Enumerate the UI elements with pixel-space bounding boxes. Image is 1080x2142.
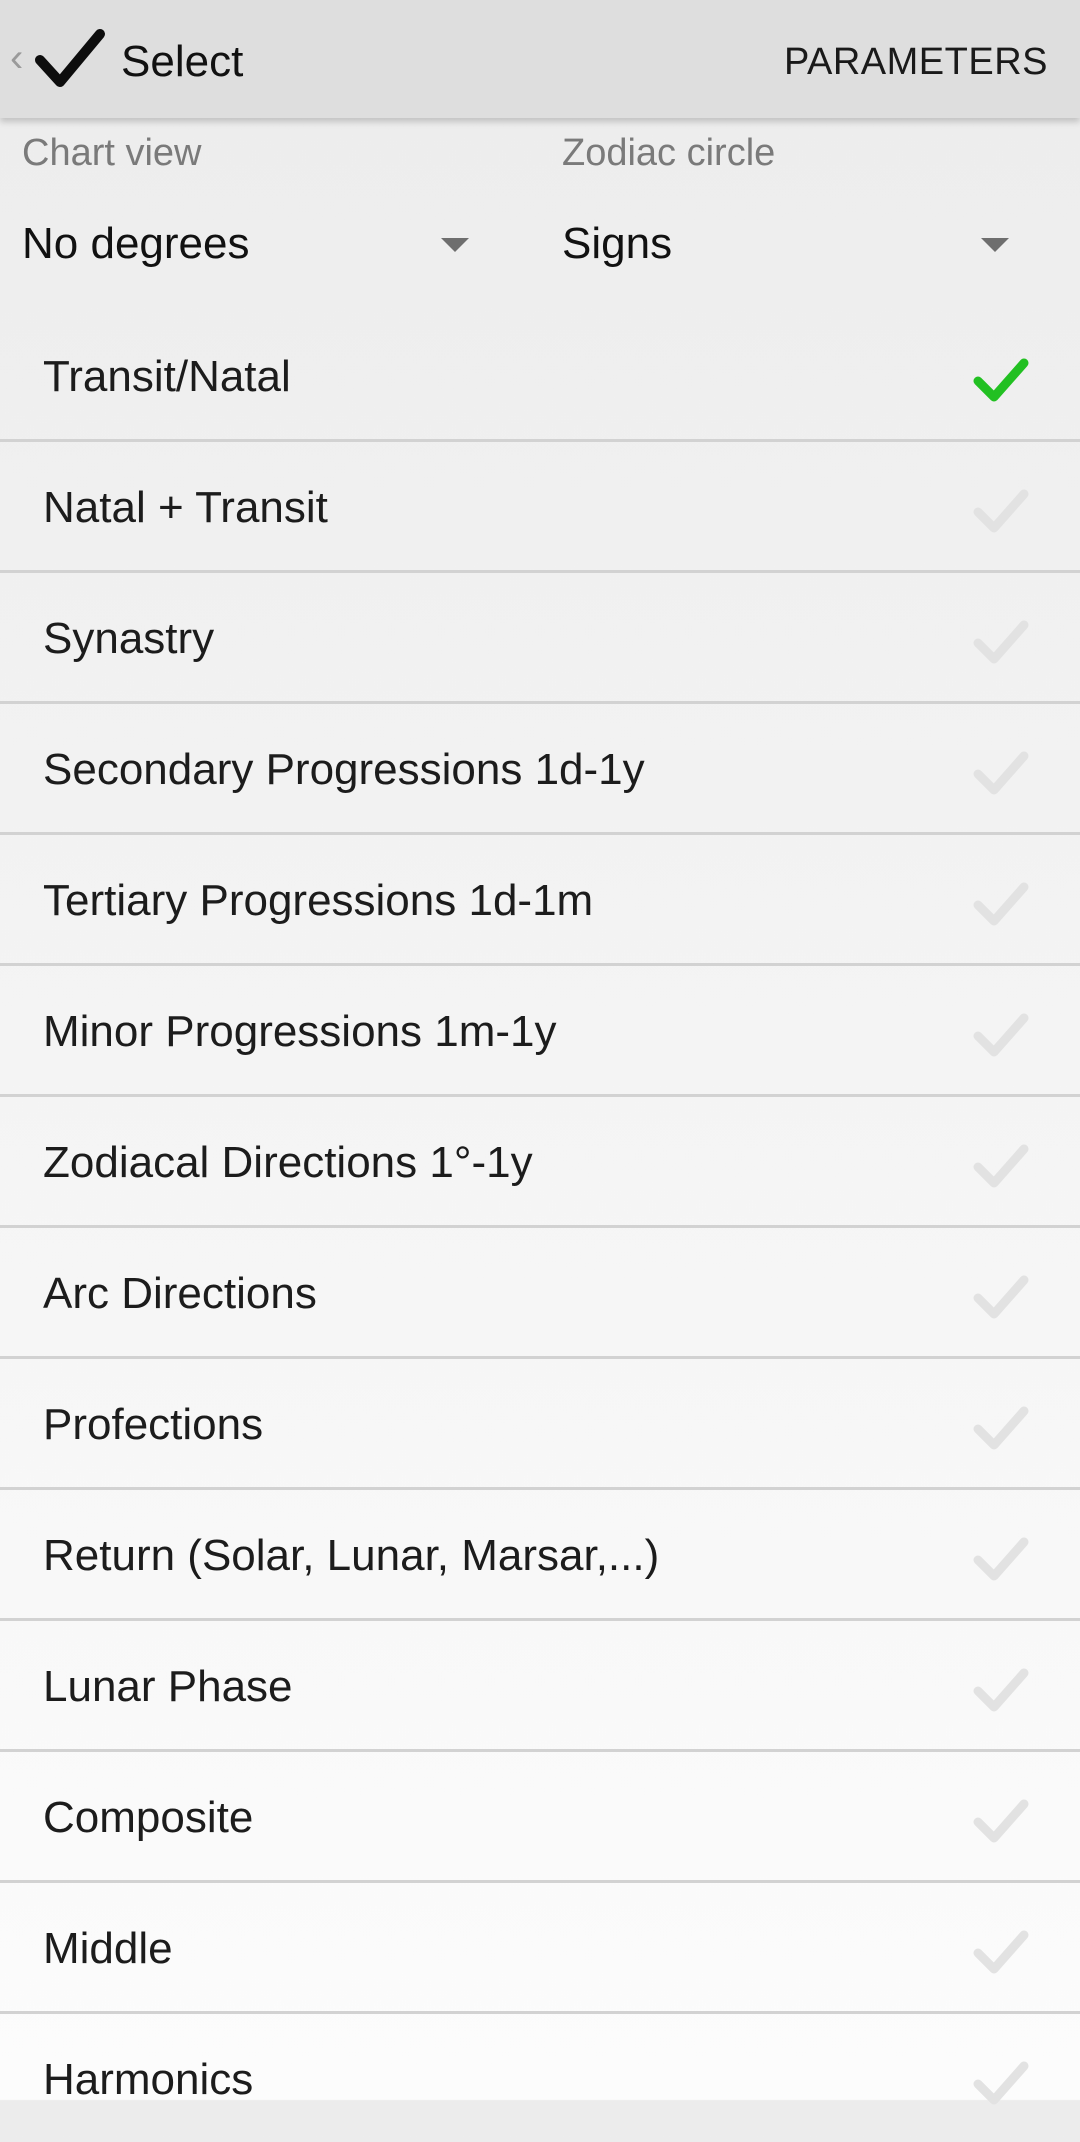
list-item[interactable]: Transit/Natal	[0, 311, 1080, 442]
dropdown-arrow-icon[interactable]	[981, 238, 1009, 252]
checkmark-unselected-icon[interactable]	[972, 617, 1032, 669]
list-item[interactable]: Return (Solar, Lunar, Marsar,...)	[0, 1490, 1080, 1621]
list-item-label: Minor Progressions 1m-1y	[43, 1007, 557, 1056]
list-item[interactable]: Natal + Transit	[0, 442, 1080, 573]
checkmark-unselected-icon[interactable]	[972, 1796, 1032, 1848]
list-item-label: Lunar Phase	[43, 1662, 293, 1711]
list-item-label: Composite	[43, 1793, 254, 1842]
checkmark-unselected-icon[interactable]	[972, 1141, 1032, 1193]
checkmark-selected-icon[interactable]	[972, 355, 1032, 407]
list-item-label: Synastry	[43, 614, 215, 663]
list-item-label: Profections	[43, 1400, 264, 1449]
chart-view-label: Chart view	[22, 132, 202, 174]
checkmark-icon[interactable]	[34, 28, 106, 90]
list-item[interactable]: Zodiacal Directions 1°-1y	[0, 1097, 1080, 1228]
list-item-label: Transit/Natal	[43, 352, 291, 401]
list-item-label: Harmonics	[43, 2055, 254, 2104]
app-bar: ‹ Select PARAMETERS	[0, 0, 1080, 118]
zodiac-circle-value[interactable]: Signs	[562, 218, 672, 270]
checkmark-unselected-icon[interactable]	[972, 1665, 1032, 1717]
list-item-label: Secondary Progressions 1d-1y	[43, 745, 645, 794]
list-item[interactable]: Tertiary Progressions 1d-1m	[0, 835, 1080, 966]
chart-view-value[interactable]: No degrees	[22, 218, 249, 270]
chart-options: Chart view No degrees Zodiac circle Sign…	[0, 118, 1080, 311]
checkmark-unselected-icon[interactable]	[972, 1534, 1032, 1586]
page-title: Select	[121, 37, 244, 86]
list-item-label: Middle	[43, 1924, 173, 1973]
list-item-label: Arc Directions	[43, 1269, 317, 1318]
chevron-left-icon[interactable]: ‹	[10, 36, 30, 80]
list-item[interactable]: Profections	[0, 1359, 1080, 1490]
checkmark-unselected-icon[interactable]	[972, 1010, 1032, 1062]
list-item[interactable]: Middle	[0, 1883, 1080, 2014]
list-item[interactable]: Secondary Progressions 1d-1y	[0, 704, 1080, 835]
zodiac-circle-dropdown[interactable]: Zodiac circle Signs	[540, 118, 1040, 311]
list-item[interactable]: Lunar Phase	[0, 1621, 1080, 1752]
list-item-label: Natal + Transit	[43, 483, 328, 532]
checkmark-unselected-icon[interactable]	[972, 1927, 1032, 1979]
checkmark-unselected-icon[interactable]	[972, 1272, 1032, 1324]
checkmark-unselected-icon[interactable]	[972, 486, 1032, 538]
checkmark-unselected-icon[interactable]	[972, 1403, 1032, 1455]
list-item[interactable]: Minor Progressions 1m-1y	[0, 966, 1080, 1097]
list-item-label: Zodiacal Directions 1°-1y	[43, 1138, 533, 1187]
checkmark-unselected-icon[interactable]	[972, 879, 1032, 931]
chart-type-list: Transit/Natal Natal + Transit Synastry Seco…	[0, 311, 1080, 2142]
checkmark-unselected-icon[interactable]	[972, 748, 1032, 800]
dropdown-arrow-icon[interactable]	[441, 238, 469, 252]
list-item[interactable]: Harmonics	[0, 2014, 1080, 2142]
parameters-button[interactable]: PARAMETERS	[784, 38, 1048, 86]
list-item[interactable]: Composite	[0, 1752, 1080, 1883]
list-item[interactable]: Synastry	[0, 573, 1080, 704]
chart-view-dropdown[interactable]: Chart view No degrees	[0, 118, 500, 311]
list-item[interactable]: Arc Directions	[0, 1228, 1080, 1359]
list-item-label: Tertiary Progressions 1d-1m	[43, 876, 594, 925]
list-item-label: Return (Solar, Lunar, Marsar,...)	[43, 1531, 660, 1580]
checkmark-unselected-icon[interactable]	[972, 2058, 1032, 2110]
zodiac-circle-label: Zodiac circle	[562, 132, 776, 174]
